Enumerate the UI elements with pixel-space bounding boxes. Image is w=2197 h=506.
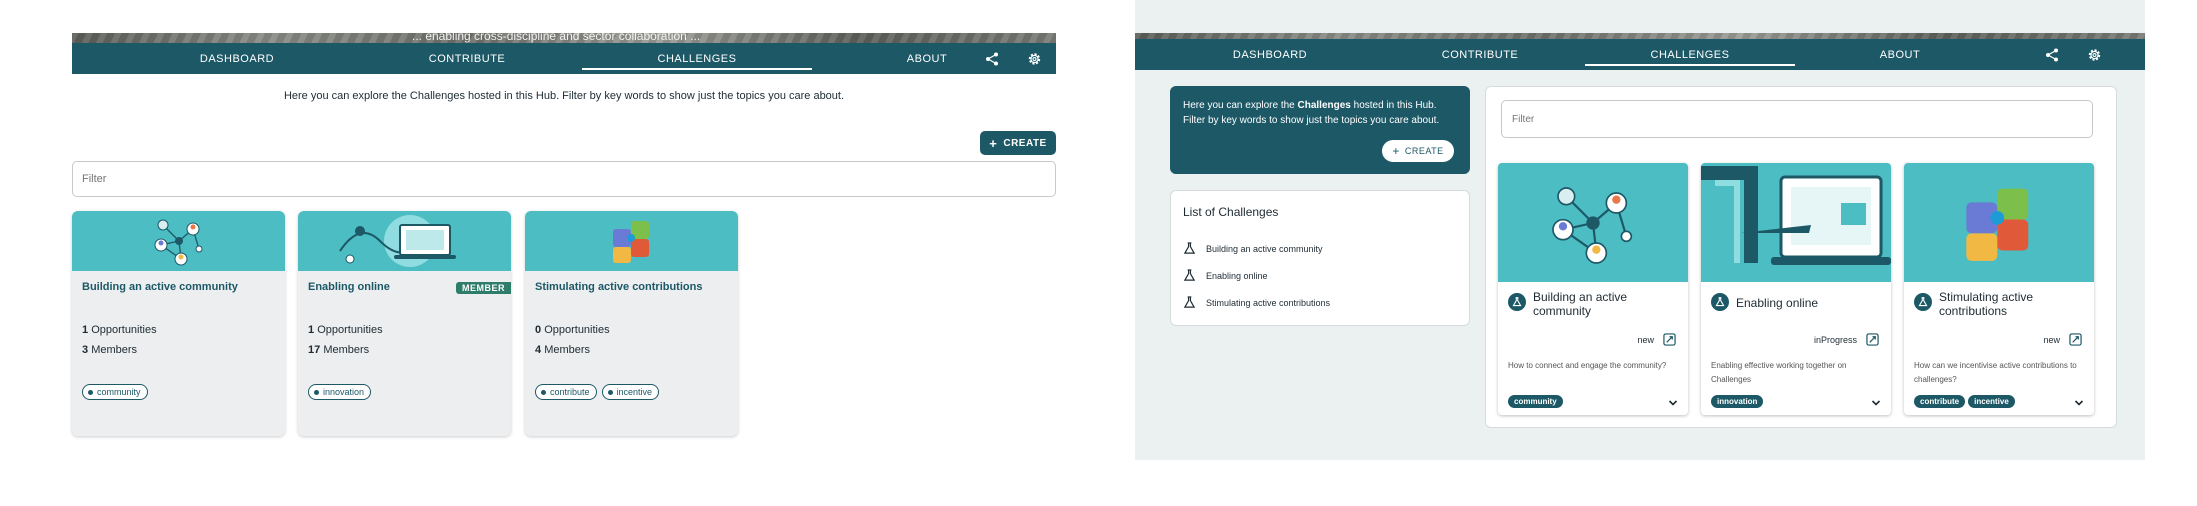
tag-chip[interactable]: community (82, 384, 148, 400)
challenge-card-stimulating[interactable]: Stimulating active contributions new How… (1904, 163, 2094, 415)
challenge-image-network (72, 211, 285, 271)
nav-challenges[interactable]: CHALLENGES (582, 43, 812, 74)
card-title: Stimulating active contributions (1939, 290, 2034, 318)
nav-dashboard[interactable]: DASHBOARD (122, 43, 352, 74)
list-item[interactable]: Building an active community (1183, 242, 1323, 255)
gear-icon[interactable] (2087, 47, 2102, 62)
list-item[interactable]: Enabling online (1183, 269, 1268, 282)
flask-icon (1183, 296, 1196, 308)
challenges-list-panel: List of Challenges Building an active co… (1170, 190, 1470, 326)
card-title: Building an active community (1533, 290, 1628, 318)
hub-navbar: DASHBOARD CONTRIBUTE CHALLENGES ABOUT (1135, 39, 2145, 70)
chevron-down-icon[interactable] (1668, 395, 1678, 413)
challenge-card-stimulating[interactable]: Stimulating active contributions 0 Oppor… (525, 211, 738, 436)
flask-icon (1183, 269, 1196, 281)
nav-challenges[interactable]: CHALLENGES (1585, 39, 1795, 70)
challenge-image-laptop (298, 211, 511, 271)
filter-input[interactable] (72, 161, 1056, 197)
gear-icon[interactable] (1027, 51, 1042, 66)
chevron-down-icon[interactable] (2074, 395, 2084, 413)
members-stat: 4 Members (535, 344, 591, 356)
card-title: Building an active community (82, 281, 238, 293)
tag-chip[interactable]: contribute (535, 384, 597, 400)
create-challenge-button[interactable]: + CREATE (1382, 140, 1454, 162)
challenge-card-enabling-online[interactable]: Enabling online inProgress Enabling effe… (1701, 163, 1891, 415)
lifecycle-icon (2069, 333, 2082, 351)
lifecycle-icon (1866, 333, 1879, 351)
status-label: new (1637, 335, 1654, 345)
chevron-down-icon[interactable] (1871, 395, 1881, 413)
members-stat: 3 Members (82, 344, 138, 356)
tag-chip[interactable]: innovation (308, 384, 372, 400)
opportunities-stat: 1 Opportunities (82, 324, 157, 336)
tag-chip[interactable]: innovation (1711, 395, 1764, 408)
challenges-intro-text: Here you can explore the Challenges host… (283, 90, 845, 102)
card-title: Enabling online (308, 281, 390, 293)
nav-about[interactable]: ABOUT (812, 43, 1042, 74)
filter-input[interactable] (1501, 100, 2093, 138)
status-label: new (2043, 335, 2060, 345)
challenge-type-icon (1711, 293, 1729, 311)
challenge-image-puzzle (525, 211, 738, 271)
tag-chip[interactable]: contribute (1914, 395, 1966, 408)
challenge-type-icon (1914, 293, 1932, 311)
challenge-image-puzzle (1904, 163, 2094, 282)
challenge-card-community[interactable]: Building an active community new How to … (1498, 163, 1688, 415)
challenge-image-network (1498, 163, 1688, 282)
challenges-grid-panel: Building an active community new How to … (1485, 86, 2117, 428)
card-description: How to connect and engage the community? (1508, 361, 1667, 370)
list-title: List of Challenges (1183, 205, 1279, 219)
member-badge: MEMBER (456, 282, 511, 294)
card-title: Stimulating active contributions (535, 281, 703, 293)
create-button-label: CREATE (1404, 146, 1444, 156)
lifecycle-icon (1663, 333, 1676, 351)
nav-about[interactable]: ABOUT (1795, 39, 2005, 70)
tag-chip[interactable]: community (1508, 395, 1563, 408)
plus-icon: + (989, 135, 998, 151)
left-hub-view: ... enabling cross-discipline and sector… (0, 0, 1100, 506)
tag-chip[interactable]: incentive (601, 384, 660, 400)
nav-contribute[interactable]: CONTRIBUTE (1375, 39, 1585, 70)
challenge-type-icon (1508, 293, 1526, 311)
create-challenge-button[interactable]: + CREATE (980, 131, 1056, 155)
members-stat: 17 Members (308, 344, 370, 356)
hub-navbar: DASHBOARD CONTRIBUTE CHALLENGES ABOUT (72, 43, 1056, 74)
share-icon[interactable] (2045, 48, 2059, 62)
card-description: How can we incentivise active contributi… (1914, 361, 2077, 384)
tag-chip[interactable]: incentive (1968, 395, 2015, 408)
hub-banner-image: ... enabling cross-discipline and sector… (72, 33, 1056, 43)
list-item[interactable]: Stimulating active contributions (1183, 296, 1330, 309)
plus-icon: + (1392, 144, 1400, 158)
nav-contribute[interactable]: CONTRIBUTE (352, 43, 582, 74)
flask-icon (1183, 242, 1196, 254)
challenge-image-laptop (1701, 163, 1891, 282)
share-icon[interactable] (985, 52, 999, 66)
create-button-label: CREATE (1003, 137, 1047, 149)
challenge-card-enabling-online[interactable]: MEMBER Enabling online 1 Opportunities 1… (298, 211, 511, 436)
card-title: Enabling online (1736, 296, 1819, 310)
opportunities-stat: 1 Opportunities (308, 324, 383, 336)
nav-dashboard[interactable]: DASHBOARD (1165, 39, 1375, 70)
banner-tagline: ... enabling cross-discipline and sector… (412, 33, 701, 43)
status-label: inProgress (1813, 335, 1857, 345)
challenge-card-community[interactable]: Building an active community 1 Opportuni… (72, 211, 285, 436)
right-hub-view: DASHBOARD CONTRIBUTE CHALLENGES ABOUT He… (1135, 0, 2145, 460)
opportunities-stat: 0 Opportunities (535, 324, 610, 336)
card-description: Enabling effective working together on C… (1711, 361, 1847, 384)
